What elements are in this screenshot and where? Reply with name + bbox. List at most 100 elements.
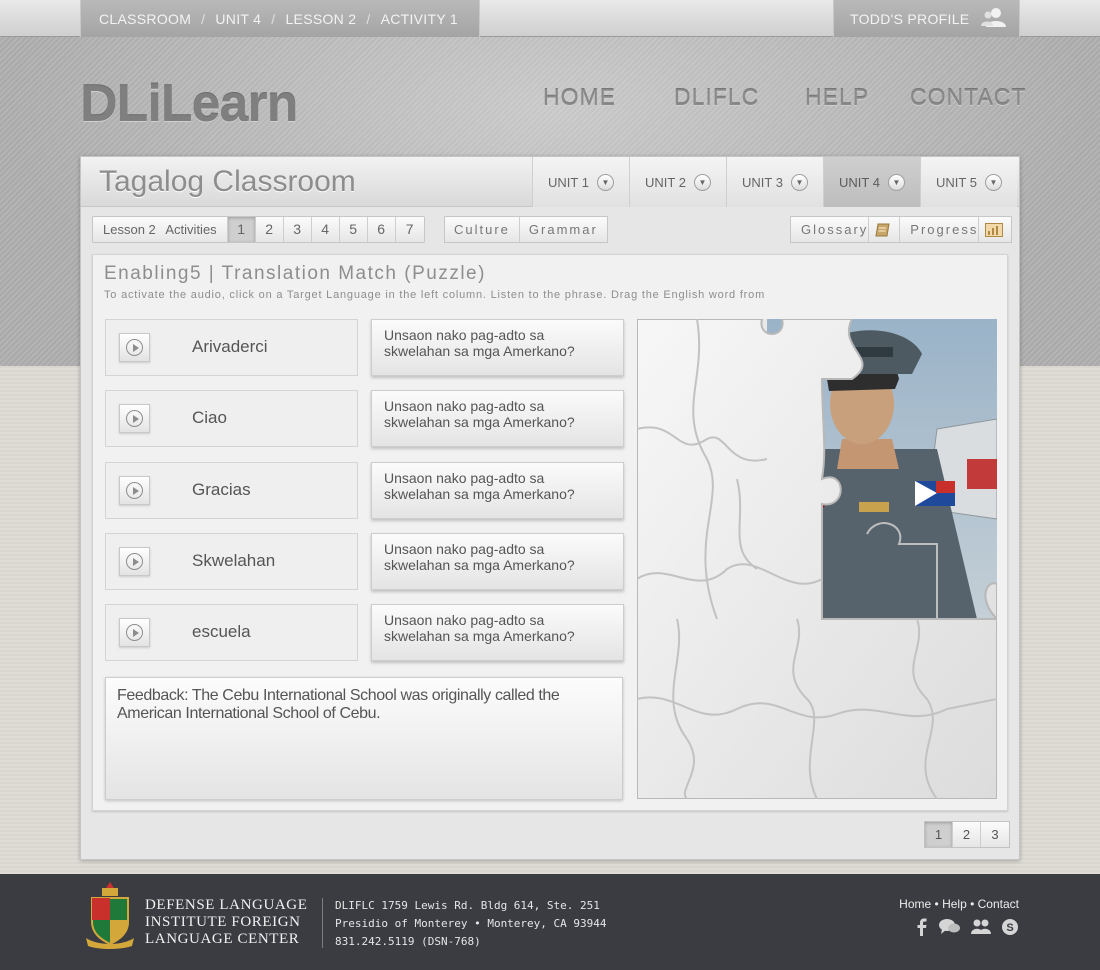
nav-help[interactable]: HELP bbox=[805, 84, 869, 111]
play-icon bbox=[126, 553, 143, 570]
breadcrumb-classroom[interactable]: CLASSROOM bbox=[99, 11, 191, 27]
site-footer: DEFENSE LANGUAGE INSTITUTE FOREIGN LANGU… bbox=[0, 874, 1100, 970]
tab-unit-1[interactable]: UNIT 1 ▼ bbox=[532, 157, 629, 207]
footer-link-contact[interactable]: Contact bbox=[978, 897, 1019, 911]
activity-number-5[interactable]: 5 bbox=[340, 217, 368, 242]
phrase-drop-target[interactable]: Unsaon nako pag-adto sa skwelahan sa mga… bbox=[371, 533, 624, 590]
footer-link-help[interactable]: Help bbox=[942, 897, 967, 911]
institute-line: INSTITUTE FOREIGN bbox=[145, 914, 301, 930]
chat-icon[interactable] bbox=[939, 918, 961, 941]
tab-unit-4[interactable]: UNIT 4 ▼ bbox=[823, 157, 920, 207]
svg-text:S: S bbox=[1006, 922, 1013, 934]
group-icon[interactable] bbox=[971, 918, 991, 941]
progress-label: Progress bbox=[910, 217, 980, 242]
target-word-item[interactable]: Skwelahan bbox=[105, 533, 358, 590]
footer-divider bbox=[322, 898, 323, 948]
chevron-down-icon: ▼ bbox=[693, 173, 711, 191]
page-3-button[interactable]: 3 bbox=[981, 822, 1009, 847]
target-word-item[interactable]: escuela bbox=[105, 604, 358, 661]
play-icon bbox=[126, 339, 143, 356]
nav-dliflc[interactable]: DLIFLC bbox=[674, 84, 759, 111]
target-word-item[interactable]: Gracias bbox=[105, 462, 358, 519]
footer-link-separator: • bbox=[970, 897, 975, 911]
institute-line: LANGUAGE CENTER bbox=[145, 931, 300, 947]
target-word: Ciao bbox=[192, 408, 227, 427]
institute-name: DEFENSE LANGUAGE INSTITUTE FOREIGN LANGU… bbox=[145, 897, 308, 948]
target-word: Arivaderci bbox=[192, 337, 268, 356]
activity-selector: Lesson 2 Activities 1 2 3 4 5 6 7 bbox=[92, 216, 425, 243]
book-icon bbox=[875, 223, 890, 236]
unit-tab-label: UNIT 2 bbox=[645, 174, 686, 190]
address-line: 831.242.5119 (DSN-768) bbox=[335, 935, 481, 948]
breadcrumb-separator: / bbox=[366, 10, 371, 27]
footer-address: DLIFLC 1759 Lewis Rd. Bldg 614, Ste. 251… bbox=[335, 897, 607, 951]
breadcrumb-separator: / bbox=[271, 10, 276, 27]
unit-tabs: UNIT 1 ▼ UNIT 2 ▼ UNIT 3 ▼ UNIT 4 ▼ UNIT… bbox=[532, 157, 1017, 207]
culture-button[interactable]: Culture bbox=[445, 217, 520, 242]
activity-number-6[interactable]: 6 bbox=[368, 217, 396, 242]
tab-unit-5[interactable]: UNIT 5 ▼ bbox=[920, 157, 1017, 207]
top-bar: CLASSROOM / UNIT 4 / LESSON 2 / ACTIVITY… bbox=[0, 0, 1100, 37]
play-audio-button[interactable] bbox=[119, 547, 150, 576]
play-audio-button[interactable] bbox=[119, 476, 150, 505]
puzzle-image[interactable] bbox=[637, 319, 997, 799]
classroom-header: Tagalog Classroom UNIT 1 ▼ UNIT 2 ▼ UNIT… bbox=[81, 157, 1019, 207]
nav-home[interactable]: HOME bbox=[543, 84, 616, 111]
footer-link-separator: • bbox=[934, 897, 939, 911]
activities-label: Activities bbox=[165, 222, 217, 237]
play-audio-button[interactable] bbox=[119, 333, 150, 362]
activity-number-4[interactable]: 4 bbox=[312, 217, 340, 242]
breadcrumb-lesson[interactable]: LESSON 2 bbox=[285, 11, 356, 27]
glossary-button[interactable]: Glossary bbox=[791, 217, 901, 242]
phrase-drop-target[interactable]: Unsaon nako pag-adto sa skwelahan sa mga… bbox=[371, 390, 624, 447]
play-icon bbox=[126, 624, 143, 641]
play-audio-button[interactable] bbox=[119, 404, 150, 433]
unit-tab-label: UNIT 3 bbox=[742, 174, 783, 190]
address-line: DLIFLC 1759 Lewis Rd. Bldg 614, Ste. 251 bbox=[335, 899, 600, 912]
activity-instructions: To activate the audio, click on a Target… bbox=[104, 289, 766, 301]
tab-unit-2[interactable]: UNIT 2 ▼ bbox=[629, 157, 726, 207]
main-nav: HOME DLIFLC HELP CONTACT bbox=[543, 84, 1025, 114]
feedback-box: Feedback: The Cebu International School … bbox=[105, 677, 623, 800]
page-1-button[interactable]: 1 bbox=[925, 822, 953, 847]
phrase-drop-target[interactable]: Unsaon nako pag-adto sa skwelahan sa mga… bbox=[371, 319, 624, 376]
target-word-item[interactable]: Ciao bbox=[105, 390, 358, 447]
social-links: S bbox=[915, 918, 1019, 941]
play-icon bbox=[126, 410, 143, 427]
pagination: 1 2 3 bbox=[924, 821, 1010, 848]
site-logo[interactable]: DLiLearn bbox=[80, 74, 298, 134]
activity-number-2[interactable]: 2 bbox=[256, 217, 284, 242]
target-word-item[interactable]: Arivaderci bbox=[105, 319, 358, 376]
chevron-down-icon: ▼ bbox=[790, 173, 808, 191]
classroom-panel: Tagalog Classroom UNIT 1 ▼ UNIT 2 ▼ UNIT… bbox=[80, 156, 1020, 860]
address-line: Presidio of Monterey • Monterey, CA 9394… bbox=[335, 917, 607, 930]
page-2-button[interactable]: 2 bbox=[953, 822, 981, 847]
breadcrumb-unit[interactable]: UNIT 4 bbox=[215, 11, 261, 27]
phrase-drop-target[interactable]: Unsaon nako pag-adto sa skwelahan sa mga… bbox=[371, 462, 624, 519]
footer-link-home[interactable]: Home bbox=[899, 897, 931, 911]
chevron-down-icon: ▼ bbox=[596, 173, 614, 191]
nav-contact[interactable]: CONTACT bbox=[910, 84, 1026, 111]
play-audio-button[interactable] bbox=[119, 618, 150, 647]
activity-number-7[interactable]: 7 bbox=[396, 217, 424, 242]
grammar-button[interactable]: Grammar bbox=[520, 217, 607, 242]
breadcrumb-activity[interactable]: ACTIVITY 1 bbox=[381, 11, 458, 27]
activity-title: Enabling5 | Translation Match (Puzzle) bbox=[104, 263, 486, 284]
target-word: Skwelahan bbox=[192, 551, 276, 570]
unit-tab-label: UNIT 5 bbox=[936, 174, 977, 190]
institute-line: DEFENSE LANGUAGE bbox=[145, 897, 308, 913]
profile-link[interactable]: TODD'S PROFILE bbox=[833, 0, 1020, 37]
bar-chart-icon bbox=[985, 222, 1004, 237]
skype-icon[interactable]: S bbox=[1001, 918, 1019, 941]
chevron-down-icon: ▼ bbox=[984, 173, 1002, 191]
footer-links: Home • Help • Contact bbox=[899, 897, 1019, 911]
phrase-drop-target[interactable]: Unsaon nako pag-adto sa skwelahan sa mga… bbox=[371, 604, 624, 661]
tab-unit-3[interactable]: UNIT 3 ▼ bbox=[726, 157, 823, 207]
facebook-icon[interactable] bbox=[915, 918, 929, 941]
progress-button[interactable]: Progress bbox=[900, 217, 1011, 242]
breadcrumb: CLASSROOM / UNIT 4 / LESSON 2 / ACTIVITY… bbox=[80, 0, 480, 37]
activity-number-3[interactable]: 3 bbox=[284, 217, 312, 242]
user-icon bbox=[981, 7, 1007, 30]
classroom-title: Tagalog Classroom bbox=[99, 165, 356, 198]
activity-number-1[interactable]: 1 bbox=[227, 217, 256, 242]
